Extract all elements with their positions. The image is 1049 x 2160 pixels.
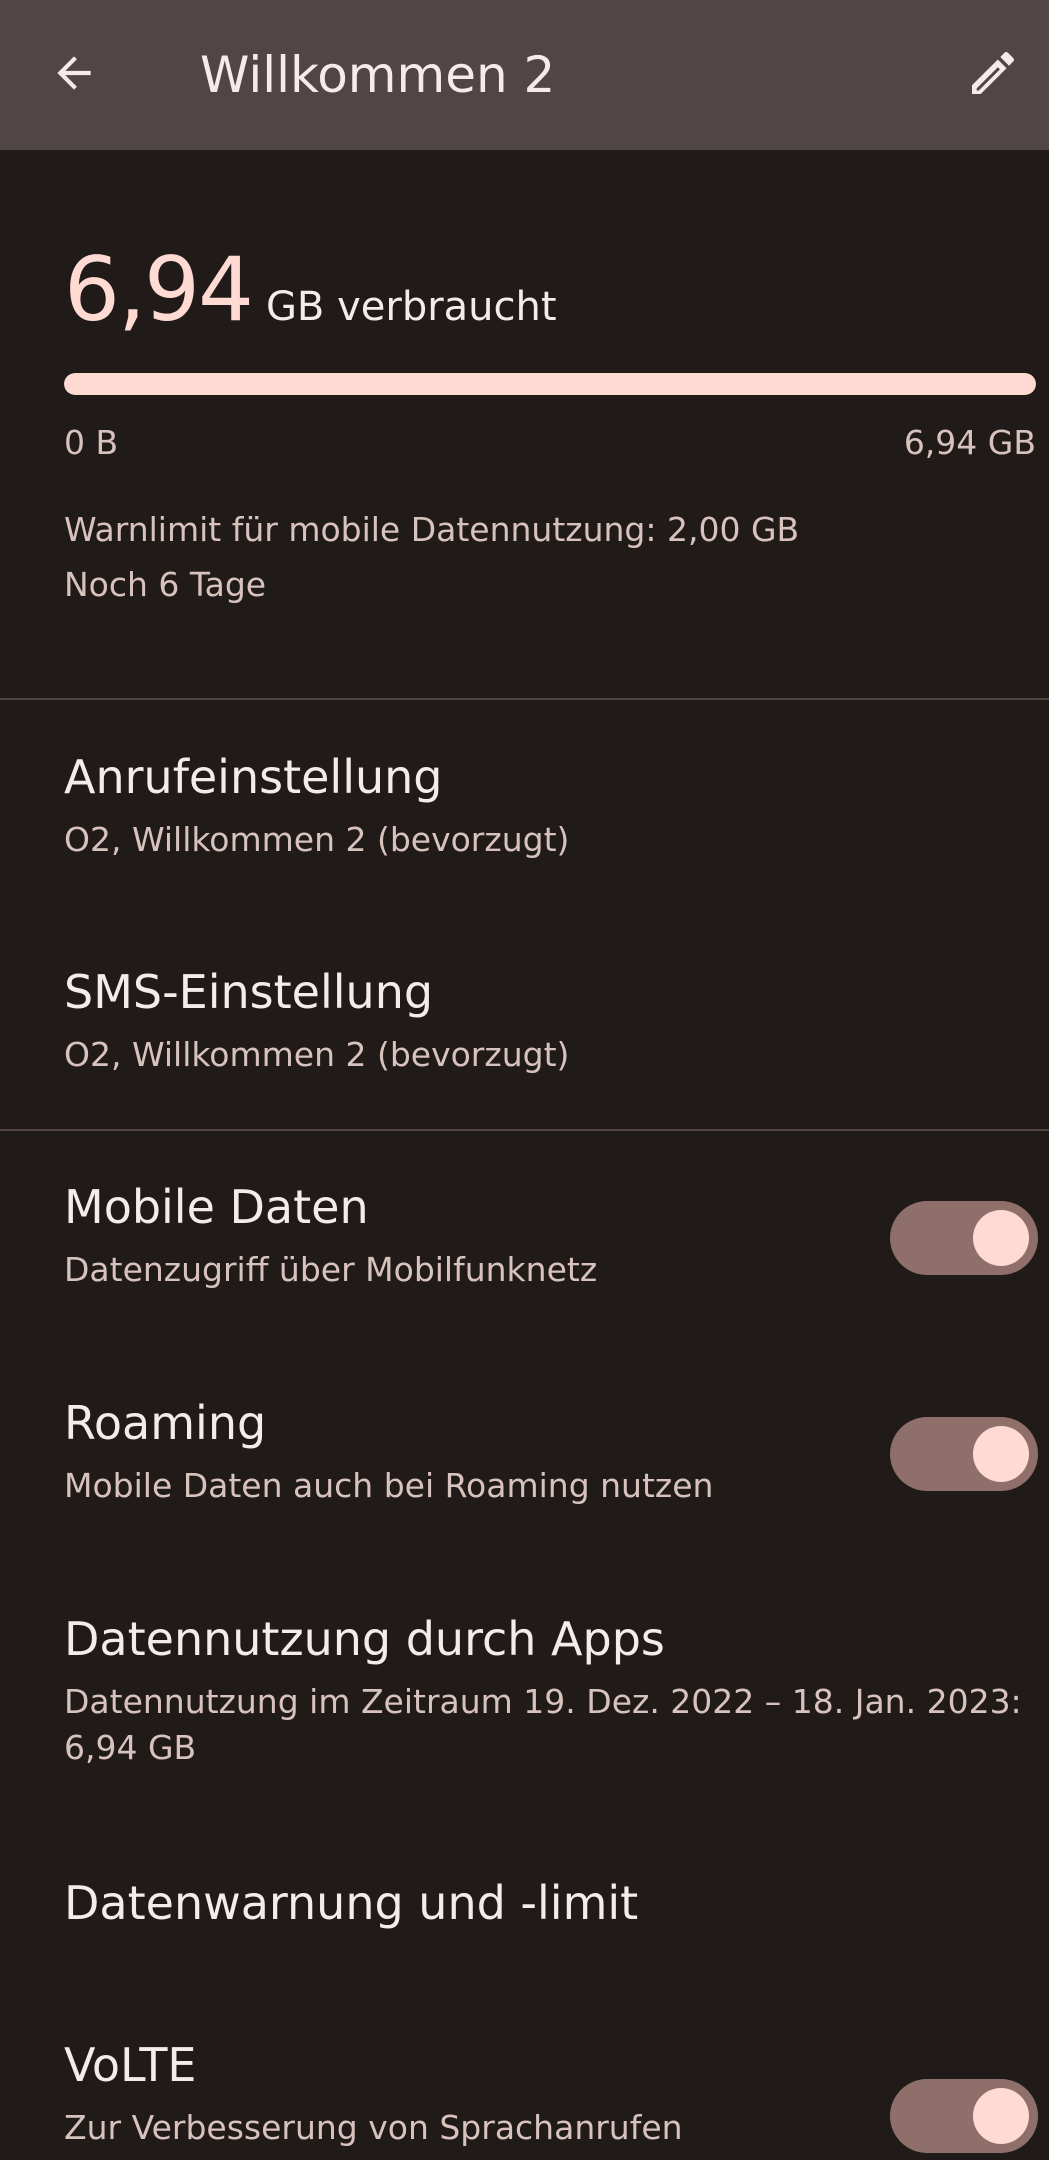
warning-limit-text: Warnlimit für mobile Datennutzung: 2,00 … [64,510,800,549]
row-title: VoLTE [64,2038,197,2092]
switch-thumb [973,1426,1029,1482]
section-divider [0,1129,1049,1131]
usage-progress-bar [64,373,1036,395]
data-warning-limit-row[interactable]: Datenwarnung und -limit [0,1848,1049,1998]
data-usage-summary: 6,94 GB verbraucht [64,240,1036,340]
row-title: Mobile Daten [64,1180,369,1234]
row-subtitle: Zur Verbesserung von Sprachanrufen [64,2108,683,2147]
usage-unit-label: GB verbraucht [265,284,557,330]
row-title: Datennutzung durch Apps [64,1612,665,1666]
row-subtitle: O2, Willkommen 2 (bevorzugt) [64,1035,570,1074]
pencil-icon [965,45,1021,105]
sms-preference-row[interactable]: SMS-Einstellung O2, Willkommen 2 (bevorz… [0,935,1049,1135]
row-subtitle: O2, Willkommen 2 (bevorzugt) [64,820,570,859]
row-subtitle: Datenzugriff über Mobilfunknetz [64,1250,598,1289]
switch-thumb [973,1210,1029,1266]
row-title: Roaming [64,1396,267,1450]
days-remaining-text: Noch 6 Tage [64,565,267,604]
usage-progress-fill [64,373,1036,395]
page-title: Willkommen 2 [200,46,556,104]
roaming-row[interactable]: Roaming Mobile Daten auch bei Roaming nu… [0,1366,1049,1566]
row-title: Anrufeinstellung [64,750,443,804]
top-app-bar: Willkommen 2 [0,0,1049,150]
back-button[interactable] [24,25,124,125]
arrow-back-icon [49,48,99,102]
mobile-data-row[interactable]: Mobile Daten Datenzugriff über Mobilfunk… [0,1150,1049,1350]
switch-thumb [973,2088,1029,2144]
volte-switch[interactable] [890,2079,1038,2153]
row-subtitle: Datennutzung im Zeitraum 19. Dez. 2022 –… [64,1682,1022,1767]
row-title: Datenwarnung und -limit [64,1876,639,1930]
app-data-usage-row[interactable]: Datennutzung durch Apps Datennutzung im … [0,1582,1049,1827]
mobile-data-switch[interactable] [890,1201,1038,1275]
usage-range-max: 6,94 GB [903,423,1036,462]
calls-preference-row[interactable]: Anrufeinstellung O2, Willkommen 2 (bevor… [0,720,1049,920]
section-divider [0,698,1049,700]
roaming-switch[interactable] [890,1417,1038,1491]
usage-range-min: 0 B [64,423,119,462]
mobile-network-settings-screen: Willkommen 2 6,94 GB verbraucht 0 B 6,94… [0,0,1049,2160]
edit-button[interactable] [965,25,1049,125]
volte-row[interactable]: VoLTE Zur Verbesserung von Sprachanrufen [0,2010,1049,2160]
usage-amount: 6,94 [64,238,254,341]
row-subtitle: Mobile Daten auch bei Roaming nutzen [64,1466,714,1505]
row-title: SMS-Einstellung [64,965,434,1019]
